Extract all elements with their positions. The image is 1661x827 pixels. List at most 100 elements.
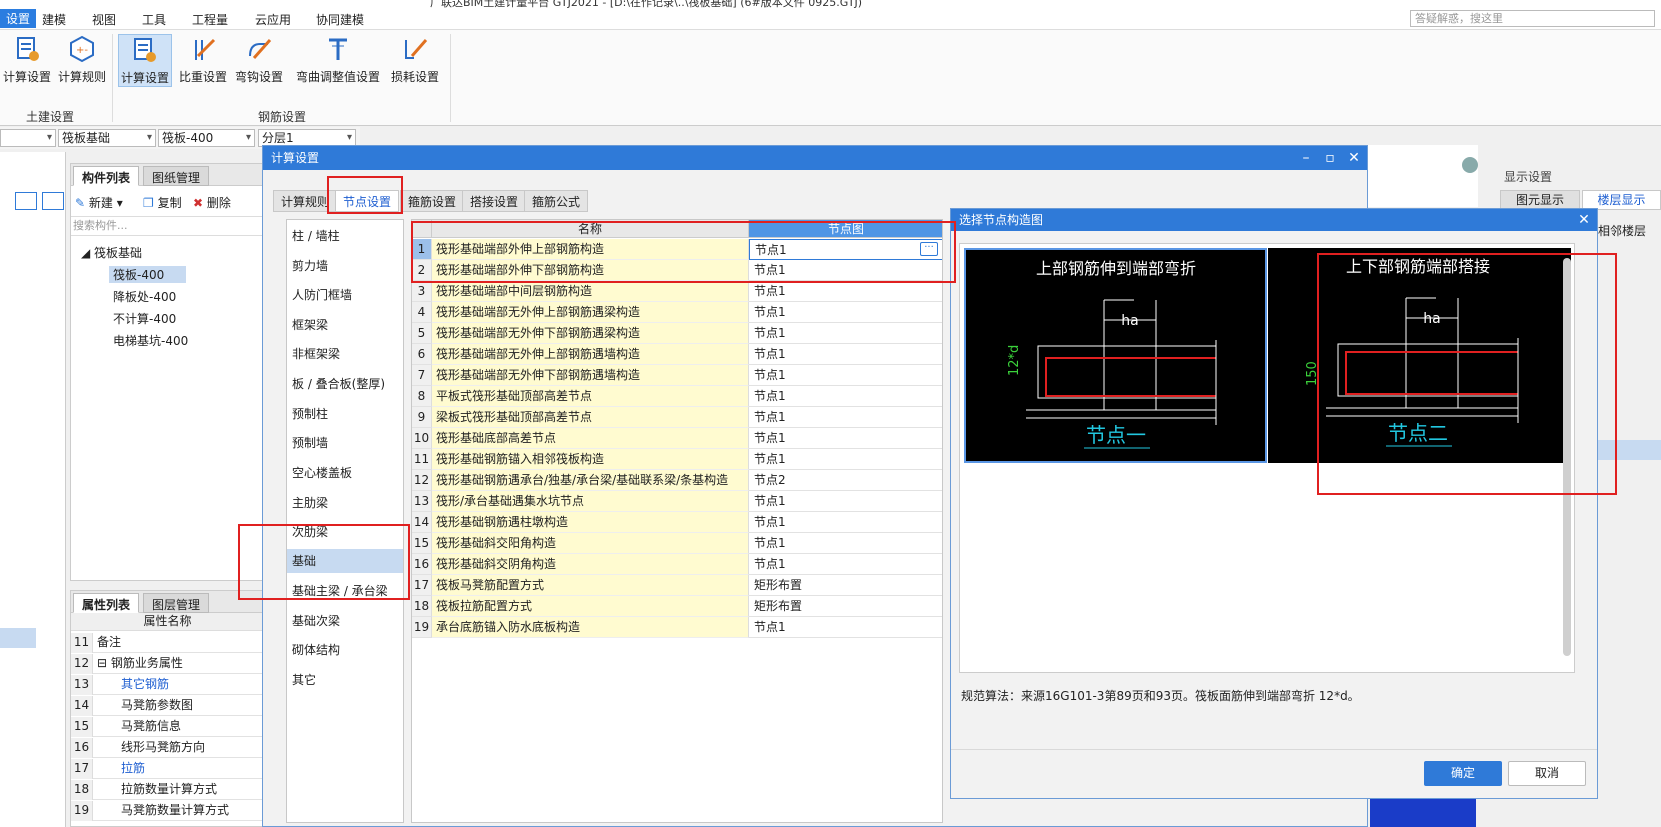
row-node-value[interactable]: 节点1 <box>749 260 942 281</box>
floor-selected-row[interactable] <box>1598 440 1661 460</box>
row-node-value[interactable]: 节点1 <box>749 533 942 554</box>
table-row[interactable]: 15 筏形基础斜交阳角构造 节点1 <box>412 533 942 554</box>
table-row[interactable]: 1 筏形基础端部外伸上部钢筋构造 节点1 ··· <box>412 239 942 260</box>
list-view-icon[interactable] <box>15 192 37 210</box>
property-row[interactable]: 11 备注 <box>71 633 264 653</box>
table-row[interactable]: 5 筏形基础端部无外伸下部钢筋遇梁构造 节点1 <box>412 323 942 344</box>
table-row[interactable]: 19 承台底筋锚入防水底板构造 节点1 <box>412 617 942 638</box>
category-item[interactable]: 次肋梁 <box>287 520 403 544</box>
new-button[interactable]: ✎ 新建 ▾ <box>75 194 123 211</box>
category-item[interactable]: 预制墙 <box>287 431 403 455</box>
civil-calc-settings-button[interactable]: 计算设置 <box>0 34 54 85</box>
category-item[interactable]: 主肋梁 <box>287 491 403 515</box>
table-row[interactable]: 10 筏形基础底部高差节点 节点1 <box>412 428 942 449</box>
close-icon[interactable]: ✕ <box>1345 149 1363 167</box>
row-node-value[interactable]: 节点1 <box>749 512 942 533</box>
table-row[interactable]: 14 筏形基础钢筋遇柱墩构造 节点1 <box>412 512 942 533</box>
tab-element-display[interactable]: 图元显示 <box>1500 190 1580 210</box>
property-row[interactable]: 14 马凳筋参数图 <box>71 696 264 716</box>
table-row[interactable]: 3 筏形基础端部中间层钢筋构造 节点1 <box>412 281 942 302</box>
maximize-icon[interactable]: ▫ <box>1321 149 1339 167</box>
tree-root[interactable]: ◢ 筏板基础 <box>81 244 142 261</box>
category-item[interactable]: 基础主梁 / 承台梁 <box>287 579 403 603</box>
ok-button[interactable]: 确定 <box>1424 761 1502 786</box>
grid-view-icon[interactable] <box>42 192 64 210</box>
combo-component[interactable]: 筏板-400 <box>158 129 255 147</box>
row-node-value[interactable]: 节点1 <box>749 365 942 386</box>
menu-modeling[interactable]: 建模 <box>42 11 66 28</box>
preview-scrollbar[interactable] <box>1563 258 1571 656</box>
tree-item[interactable]: 电梯基坑-400 <box>113 332 188 349</box>
property-row[interactable]: 12 ⊟ 钢筋业务属性 <box>71 654 264 674</box>
tree-item[interactable]: 降板处-400 <box>113 288 176 305</box>
delete-button[interactable]: ✖ 删除 <box>193 194 231 211</box>
tab-component-list[interactable]: 构件列表 <box>73 166 140 186</box>
node-card-1[interactable]: 上部钢筋伸到端部弯折 ha 12*d 节点一 <box>964 248 1267 463</box>
civil-calc-rules-button[interactable]: +- 计算规则 <box>52 34 112 85</box>
category-item[interactable]: 人防门框墙 <box>287 283 403 307</box>
category-item[interactable]: 非框架梁 <box>287 342 403 366</box>
category-item[interactable]: 框架梁 <box>287 313 403 337</box>
close-icon[interactable]: ✕ <box>1575 211 1593 229</box>
row-node-value[interactable]: 节点1 <box>749 428 942 449</box>
property-row[interactable]: 19 马凳筋数量计算方式 <box>71 801 264 821</box>
property-row[interactable]: 16 线形马凳筋方向 <box>71 738 264 758</box>
hook-settings-button[interactable]: 弯钩设置 <box>232 34 286 85</box>
category-item[interactable]: 板 / 叠合板(整厚) <box>287 372 403 396</box>
minimize-icon[interactable]: – <box>1297 149 1315 167</box>
tab-layer-manage[interactable]: 图层管理 <box>143 593 210 613</box>
table-row[interactable]: 8 平板式筏形基础顶部高差节点 节点1 <box>412 386 942 407</box>
menu-settings[interactable]: 设置 <box>0 9 37 28</box>
category-item[interactable]: 剪力墙 <box>287 254 403 278</box>
table-row[interactable]: 11 筏形基础钢筋锚入相邻筏板构造 节点1 <box>412 449 942 470</box>
table-row[interactable]: 7 筏形基础端部无外伸下部钢筋遇墙构造 节点1 <box>412 365 942 386</box>
row-node-value[interactable]: 节点1 <box>749 407 942 428</box>
combo-component-type[interactable]: 筏板基础 <box>58 129 156 147</box>
component-search-input[interactable]: 搜索构件... <box>71 216 262 236</box>
table-row[interactable]: 4 筏形基础端部无外伸上部钢筋遇梁构造 节点1 <box>412 302 942 323</box>
adjacent-floor-item[interactable]: 相邻楼层 <box>1598 222 1646 239</box>
tab-calc-rules[interactable]: 计算规则 <box>273 190 338 212</box>
row-node-value[interactable]: 节点1 <box>749 554 942 575</box>
property-row[interactable]: 15 马凳筋信息 <box>71 717 264 737</box>
tab-drawing-manage[interactable]: 图纸管理 <box>143 166 210 186</box>
table-row[interactable]: 12 筏形基础钢筋遇承台/独基/承台梁/基础联系梁/条基构造 节点2 <box>412 470 942 491</box>
table-row[interactable]: 9 梁板式筏形基础顶部高差节点 节点1 <box>412 407 942 428</box>
cancel-button[interactable]: 取消 <box>1508 761 1586 786</box>
table-row[interactable]: 18 筏板拉筋配置方式 矩形布置 <box>412 596 942 617</box>
table-row[interactable]: 2 筏形基础端部外伸下部钢筋构造 节点1 <box>412 260 942 281</box>
weight-settings-button[interactable]: 比重设置 <box>176 34 230 85</box>
rebar-calc-settings-button[interactable]: 计算设置 <box>118 34 172 87</box>
table-row[interactable]: 13 筏形/承台基础遇集水坑节点 节点1 <box>412 491 942 512</box>
tab-property-list[interactable]: 属性列表 <box>73 593 140 613</box>
tree-item-selected[interactable]: 筏板-400 <box>109 266 186 283</box>
property-row[interactable]: 18 拉筋数量计算方式 <box>71 780 264 800</box>
category-item[interactable]: 其它 <box>287 668 403 692</box>
tab-stirrup-formula[interactable]: 箍筋公式 <box>524 190 589 212</box>
bend-adjust-settings-button[interactable]: 弯曲调整值设置 <box>290 34 386 85</box>
row-node-value[interactable]: 矩形布置 <box>749 596 942 617</box>
row-node-value[interactable]: 节点1 <box>749 344 942 365</box>
combo-floor[interactable] <box>0 129 56 147</box>
row-node-value[interactable]: 节点1 <box>749 239 942 260</box>
more-options-icon[interactable]: ··· <box>920 242 938 256</box>
menu-view[interactable]: 视图 <box>92 11 116 28</box>
node-card-2[interactable]: 上下部钢筋端部搭接 ha 150 节点二 <box>1268 248 1571 463</box>
tree-item[interactable]: 不计算-400 <box>113 310 176 327</box>
loss-settings-button[interactable]: 损耗设置 <box>388 34 442 85</box>
category-item[interactable]: 砌体结构 <box>287 638 403 662</box>
row-node-value[interactable]: 节点1 <box>749 281 942 302</box>
menu-collab[interactable]: 协同建模 <box>316 11 364 28</box>
row-node-value[interactable]: 节点2 <box>749 470 942 491</box>
help-search-input[interactable]: 答疑解惑，搜这里 <box>1410 10 1655 27</box>
row-node-value[interactable]: 节点1 <box>749 617 942 638</box>
category-item-foundation[interactable]: 基础 <box>287 549 403 573</box>
tab-floor-display[interactable]: 楼层显示 <box>1582 190 1661 210</box>
row-node-value[interactable]: 节点1 <box>749 491 942 512</box>
copy-button[interactable]: ❐ 复制 <box>143 194 182 211</box>
row-node-value[interactable]: 节点1 <box>749 323 942 344</box>
table-row[interactable]: 16 筏形基础斜交阴角构造 节点1 <box>412 554 942 575</box>
category-item[interactable]: 空心楼盖板 <box>287 461 403 485</box>
property-row[interactable]: 13 其它钢筋 <box>71 675 264 695</box>
menu-quantity[interactable]: 工程量 <box>192 11 228 28</box>
